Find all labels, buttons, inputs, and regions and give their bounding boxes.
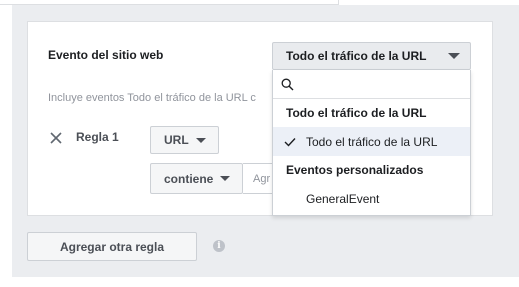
event-label: Evento del sitio web [48,48,164,62]
add-rule-button[interactable]: Agregar otra regla [27,232,197,261]
chevron-down-icon [220,176,231,181]
chevron-down-icon [448,53,460,59]
search-icon [281,78,294,91]
url-select[interactable]: URL [150,126,219,154]
operator-select[interactable]: contiene [150,163,243,194]
chevron-down-icon [195,137,206,143]
url-select-value: URL [164,133,189,147]
close-icon[interactable] [49,131,63,145]
dropdown-item[interactable]: GeneralEvent [273,184,470,213]
info-icon[interactable]: i [213,240,225,252]
dropdown-item-selected[interactable]: Todo el tráfico de la URL [273,127,470,156]
check-icon [273,137,306,147]
rule-label: Regla 1 [76,130,119,144]
dropdown-search [273,70,470,99]
dropdown-group-header: Eventos personalizados [286,163,424,177]
operator-select-value: contiene [164,171,214,186]
event-select-value: Todo el tráfico de la URL [286,49,427,63]
dropdown-item-label: Todo el tráfico de la URL [306,134,438,149]
rule-description: Incluye eventos Todo el tráfico de la UR… [48,92,256,104]
dropdown-group-header: Todo el tráfico de la URL [286,106,427,120]
event-select[interactable]: Todo el tráfico de la URL [272,42,471,70]
dropdown-item-label: GeneralEvent [306,191,380,206]
event-dropdown-menu: Todo el tráfico de la URL Todo el tráfic… [272,70,471,216]
dropdown-search-input[interactable] [297,74,466,96]
